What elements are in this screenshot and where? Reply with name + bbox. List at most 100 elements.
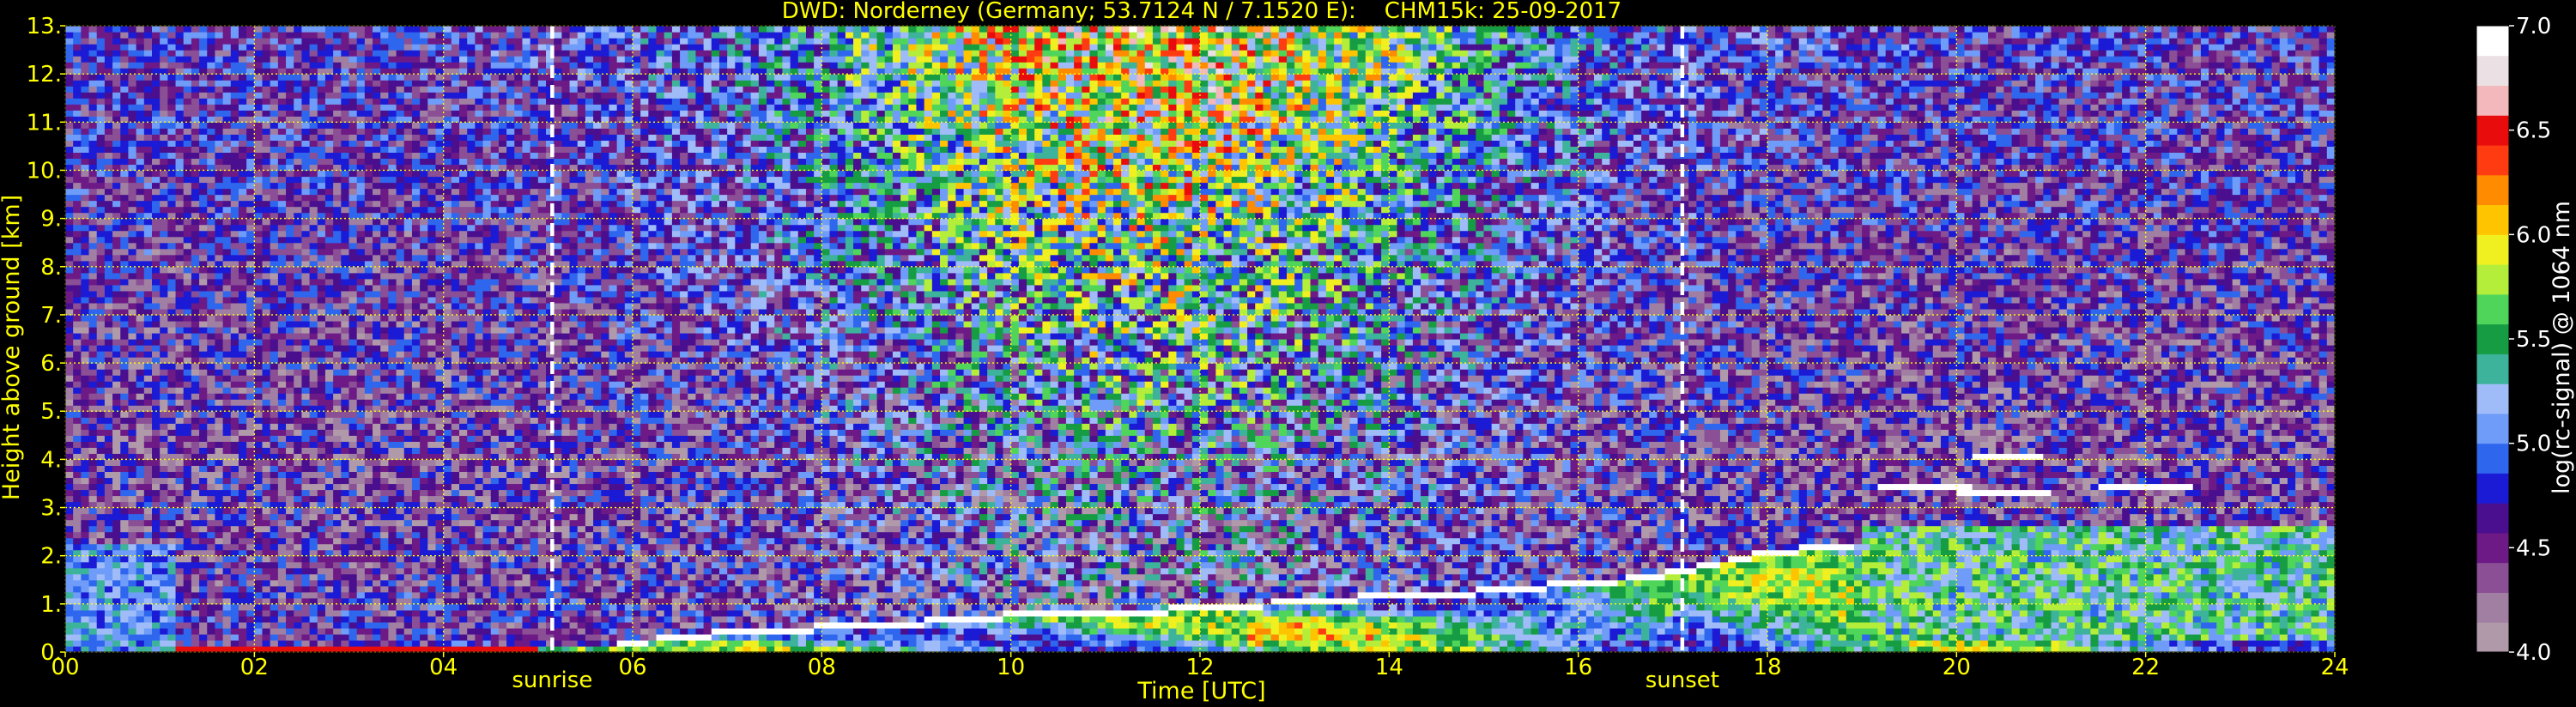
heatmap-cell bbox=[120, 170, 129, 177]
heatmap-cell bbox=[89, 315, 98, 322]
heatmap-cell bbox=[81, 387, 89, 394]
heatmap-cell bbox=[65, 381, 74, 388]
heatmap-cell bbox=[136, 610, 145, 617]
heatmap-cell bbox=[128, 399, 136, 406]
heatmap-cell bbox=[105, 465, 113, 472]
heatmap-cell bbox=[128, 219, 136, 226]
heatmap-cell bbox=[97, 92, 106, 99]
heatmap-cell bbox=[97, 291, 106, 298]
heatmap-cell bbox=[81, 471, 89, 478]
heatmap-cell bbox=[97, 592, 106, 599]
heatmap-cell bbox=[97, 465, 106, 472]
heatmap-cell bbox=[73, 170, 82, 177]
heatmap-cell bbox=[128, 538, 136, 545]
heatmap-cell bbox=[112, 610, 121, 617]
heatmap-cell bbox=[120, 556, 129, 563]
heatmap-cell bbox=[89, 237, 98, 244]
heatmap-cell bbox=[89, 351, 98, 358]
heatmap-cell bbox=[112, 345, 121, 352]
heatmap-cell bbox=[128, 562, 136, 569]
heatmap-cell bbox=[136, 237, 145, 244]
heatmap-cell bbox=[65, 592, 74, 599]
heatmap-cell bbox=[65, 375, 74, 382]
heatmap-cell bbox=[89, 50, 98, 57]
heatmap-cell bbox=[136, 170, 145, 177]
heatmap-cell bbox=[105, 297, 113, 304]
heatmap-cell bbox=[144, 140, 153, 147]
heatmap-cell bbox=[81, 249, 89, 256]
heatmap-cell bbox=[97, 375, 106, 382]
heatmap-cell bbox=[120, 489, 129, 496]
heatmap-cell bbox=[81, 92, 89, 99]
heatmap-cell bbox=[89, 640, 98, 647]
heatmap-cell bbox=[97, 195, 106, 202]
heatmap-cell bbox=[81, 86, 89, 93]
heatmap-cell bbox=[73, 514, 82, 521]
heatmap-cell bbox=[136, 375, 145, 382]
heatmap-cell bbox=[65, 297, 74, 304]
heatmap-cell bbox=[89, 92, 98, 99]
heatmap-cell bbox=[65, 225, 74, 232]
heatmap-cell bbox=[97, 56, 106, 63]
heatmap-cell bbox=[65, 189, 74, 196]
heatmap-cell bbox=[105, 604, 113, 611]
heatmap-cell bbox=[73, 387, 82, 394]
heatmap-cell bbox=[81, 237, 89, 244]
heatmap-cell bbox=[144, 471, 153, 478]
heatmap-cell bbox=[136, 315, 145, 322]
heatmap-cell bbox=[120, 110, 129, 117]
heatmap-cell bbox=[97, 622, 106, 629]
heatmap-cell bbox=[112, 363, 121, 370]
heatmap-cell bbox=[120, 447, 129, 454]
heatmap-cell bbox=[128, 315, 136, 322]
heatmap-cell bbox=[65, 32, 74, 39]
heatmap-cell bbox=[136, 520, 145, 527]
heatmap-cell bbox=[136, 140, 145, 147]
heatmap-cell bbox=[112, 176, 121, 183]
heatmap-cell bbox=[136, 447, 145, 454]
heatmap-cell bbox=[97, 267, 106, 274]
heatmap-cell bbox=[120, 339, 129, 346]
heatmap-cell bbox=[81, 423, 89, 430]
heatmap-cell bbox=[112, 489, 121, 496]
heatmap-cell bbox=[136, 195, 145, 202]
heatmap-cell bbox=[81, 62, 89, 69]
heatmap-cell bbox=[136, 98, 145, 105]
heatmap-cell bbox=[152, 628, 161, 635]
heatmap-cell bbox=[89, 447, 98, 454]
heatmap-cell bbox=[128, 471, 136, 478]
heatmap-cell bbox=[89, 417, 98, 424]
heatmap-cell bbox=[65, 110, 74, 117]
heatmap-cell bbox=[120, 26, 129, 33]
heatmap-cell bbox=[105, 255, 113, 262]
heatmap-cell bbox=[81, 267, 89, 274]
heatmap-cell bbox=[144, 429, 153, 436]
heatmap-cell bbox=[128, 237, 136, 244]
heatmap-cell bbox=[89, 375, 98, 382]
heatmap-cell bbox=[128, 477, 136, 484]
heatmap-cell bbox=[89, 586, 98, 593]
heatmap-cell bbox=[128, 74, 136, 81]
heatmap-cell bbox=[136, 243, 145, 250]
heatmap-cell bbox=[73, 146, 82, 153]
heatmap-cell bbox=[128, 435, 136, 442]
heatmap-cell bbox=[120, 477, 129, 484]
heatmap-cell bbox=[128, 273, 136, 280]
heatmap-cell bbox=[120, 381, 129, 388]
heatmap-cell bbox=[89, 189, 98, 196]
heatmap-cell bbox=[97, 207, 106, 214]
heatmap-cell bbox=[120, 423, 129, 430]
heatmap-cell bbox=[152, 622, 161, 629]
heatmap-cell bbox=[89, 568, 98, 575]
heatmap-cell bbox=[73, 489, 82, 496]
heatmap-cell bbox=[65, 435, 74, 442]
heatmap-cell bbox=[97, 327, 106, 334]
heatmap-cell bbox=[112, 417, 121, 424]
heatmap-cell bbox=[144, 146, 153, 153]
heatmap-cell bbox=[144, 381, 153, 388]
heatmap-cell bbox=[120, 459, 129, 466]
heatmap-cell bbox=[105, 520, 113, 527]
heatmap-cell bbox=[105, 634, 113, 641]
heatmap-cell bbox=[120, 568, 129, 575]
heatmap-cell bbox=[120, 146, 129, 153]
